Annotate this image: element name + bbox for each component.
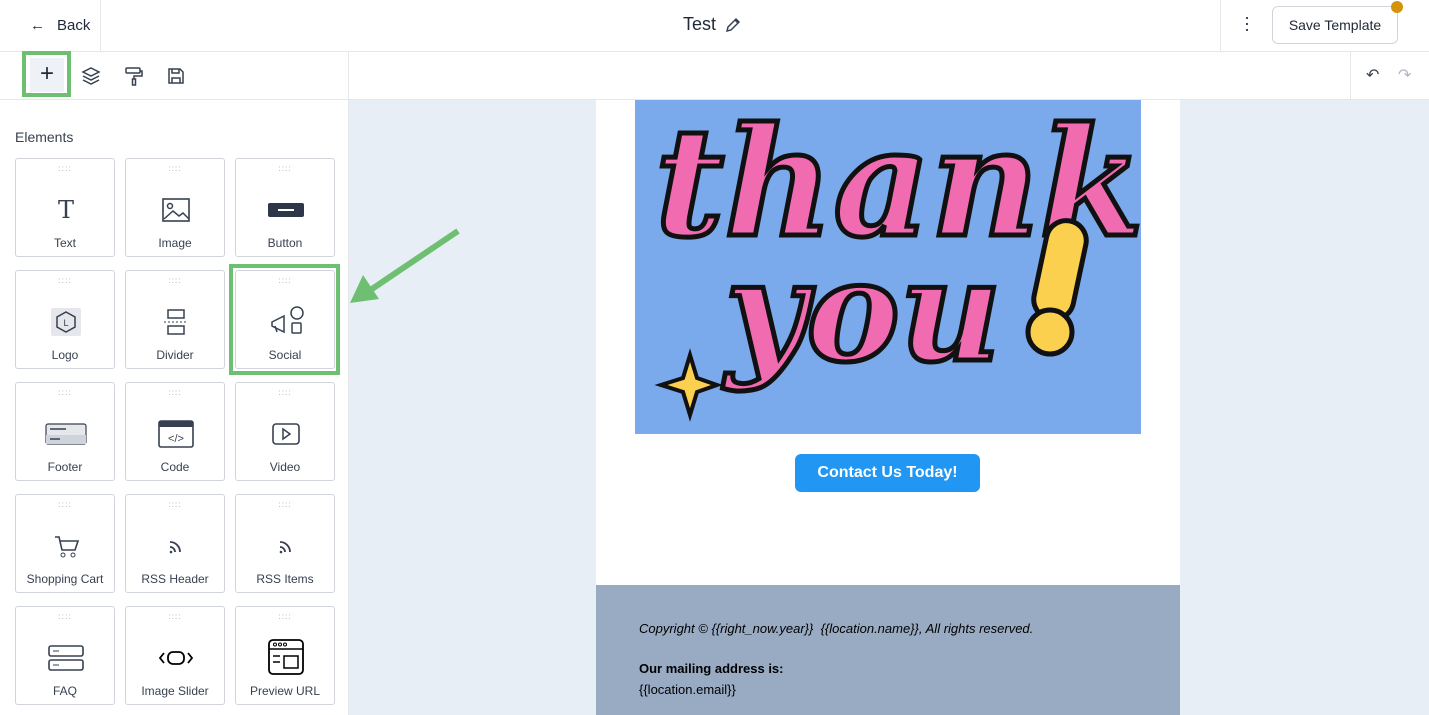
preview-url-icon <box>268 639 304 675</box>
svg-text:T: T <box>58 196 74 224</box>
element-label: Text <box>53 236 76 250</box>
slider-icon <box>158 651 194 665</box>
element-label: Button <box>267 236 303 250</box>
element-label: Image Slider <box>141 684 209 698</box>
element-label: Footer <box>47 460 83 474</box>
element-tile-preview-url[interactable]: :::: Preview URL <box>235 606 335 705</box>
rss-icon <box>169 541 181 554</box>
drag-handle-icon[interactable]: :::: <box>236 165 334 173</box>
thank-you-image[interactable]: thank you <box>635 100 1141 434</box>
drag-handle-icon[interactable]: :::: <box>126 613 224 621</box>
element-label: FAQ <box>52 684 77 698</box>
element-label: RSS Items <box>256 572 314 586</box>
element-tile-image[interactable]: :::: Image <box>125 158 225 257</box>
element-tile-image-slider[interactable]: :::: Image Slider <box>125 606 225 705</box>
arrow-left-icon: ← <box>30 16 45 34</box>
more-options-icon[interactable]: · · · <box>1242 8 1252 38</box>
elements-heading: Elements <box>15 129 74 145</box>
element-tile-video[interactable]: :::: Video <box>235 382 335 481</box>
drag-handle-icon[interactable]: :::: <box>16 389 114 397</box>
faq-icon <box>48 645 84 671</box>
undo-icon[interactable]: ↶ <box>1366 65 1379 85</box>
footer-icon <box>45 423 87 445</box>
code-icon: </> <box>158 420 194 448</box>
divider <box>1220 0 1221 52</box>
email-footer: Copyright © {{right_now.year}} {{locatio… <box>596 585 1180 715</box>
element-tile-text[interactable]: :::: TText <box>15 158 115 257</box>
element-label: Image <box>158 236 192 250</box>
image-icon <box>162 198 190 222</box>
element-tile-code[interactable]: :::: </>Code <box>125 382 225 481</box>
drag-handle-icon[interactable]: :::: <box>16 277 114 285</box>
element-tile-logo[interactable]: :::: LLogo <box>15 270 115 369</box>
element-label: Divider <box>156 348 194 362</box>
element-label: Video <box>269 460 301 474</box>
element-tile-divider[interactable]: :::: Divider <box>125 270 225 369</box>
pointer-arrow <box>350 228 460 303</box>
button-icon <box>268 203 304 217</box>
add-button-highlight <box>22 51 71 97</box>
drag-handle-icon[interactable]: :::: <box>126 277 224 285</box>
cart-icon <box>55 536 80 558</box>
element-tile-faq[interactable]: :::: FAQ <box>15 606 115 705</box>
element-tile-button[interactable]: :::: Button <box>235 158 335 257</box>
contact-us-button[interactable]: Contact Us Today! <box>795 454 980 492</box>
svg-text:</>: </> <box>168 433 184 445</box>
title-text: Test <box>683 14 717 34</box>
element-label: Preview URL <box>249 684 321 698</box>
divider <box>348 52 349 100</box>
element-tile-rss-header[interactable]: :::: RSS Header <box>125 494 225 593</box>
editor-toolbar: + ↶ ↷ <box>0 52 1429 100</box>
elements-sidebar: Elements :::: TText:::: Image:::: Button:::… <box>0 100 349 715</box>
mailing-title: Our mailing address is: <box>639 661 784 676</box>
drag-handle-icon[interactable]: :::: <box>236 389 334 397</box>
save-icon[interactable] <box>166 66 186 86</box>
drag-handle-icon[interactable]: :::: <box>16 501 114 509</box>
drag-handle-icon[interactable]: :::: <box>126 501 224 509</box>
drag-handle-icon[interactable]: :::: <box>126 165 224 173</box>
svg-text:L: L <box>63 318 68 328</box>
redo-icon[interactable]: ↷ <box>1398 65 1411 85</box>
rss-icon <box>279 541 291 554</box>
you-text: you <box>722 230 1002 394</box>
notification-dot <box>1391 1 1403 13</box>
paint-roller-icon[interactable] <box>124 66 144 86</box>
element-tile-rss-items[interactable]: :::: RSS Items <box>235 494 335 593</box>
top-header: ← Back Test · · · Save Template <box>0 0 1429 52</box>
drag-handle-icon[interactable]: :::: <box>16 165 114 173</box>
email-body: thank you Contact Us Today! f◎XPin Copyr… <box>596 100 1180 715</box>
element-label: Code <box>160 460 190 474</box>
video-icon <box>272 423 300 445</box>
drag-handle-icon[interactable]: :::: <box>236 501 334 509</box>
copyright-text: Copyright © {{right_now.year}} {{locatio… <box>639 621 1034 636</box>
back-label: Back <box>57 16 91 34</box>
drag-handle-icon[interactable]: :::: <box>126 389 224 397</box>
text-icon: T <box>58 196 74 224</box>
social-tile-highlight <box>229 264 340 375</box>
element-tile-footer[interactable]: :::: Footer <box>15 382 115 481</box>
element-label: Shopping Cart <box>26 572 104 586</box>
element-tile-shopping-cart[interactable]: :::: Shopping Cart <box>15 494 115 593</box>
layers-icon[interactable] <box>81 66 101 86</box>
logo-icon: L <box>51 308 81 336</box>
mailing-value: {{location.email}} <box>639 682 736 697</box>
email-canvas: thank you Contact Us Today! f◎XPin Copyr… <box>349 100 1429 715</box>
back-button[interactable]: ← Back <box>30 14 90 36</box>
template-title[interactable]: Test <box>683 14 742 35</box>
divider <box>1350 52 1351 100</box>
save-template-button[interactable]: Save Template <box>1272 6 1398 44</box>
drag-handle-icon[interactable]: :::: <box>236 613 334 621</box>
divider-icon <box>164 309 188 335</box>
element-label: RSS Header <box>141 572 209 586</box>
element-label: Logo <box>51 348 79 362</box>
divider <box>100 0 101 52</box>
pencil-icon[interactable] <box>724 16 742 34</box>
drag-handle-icon[interactable]: :::: <box>16 613 114 621</box>
